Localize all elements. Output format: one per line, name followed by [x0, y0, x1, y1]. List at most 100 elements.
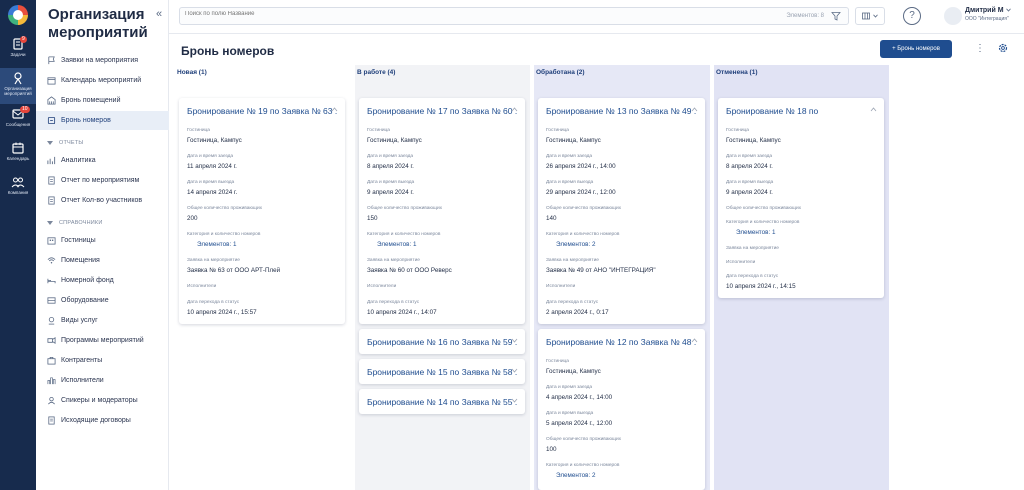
nav-item-label: Виды услуг [61, 317, 98, 324]
nav-item-participants-report[interactable]: Отчет Кол-во участников [36, 191, 169, 210]
field-label: Дата и время заезда [367, 154, 414, 159]
nav-item-hotels[interactable]: Гостиницы [36, 231, 169, 250]
field-label: Дата перехода в статус [187, 300, 240, 305]
search-box[interactable]: Элементов: 8 [179, 7, 849, 25]
nav-section-references[interactable]: СПРАВОЧНИКИ [47, 220, 103, 226]
card-title[interactable]: Бронирование № 15 по Заявка № 58 ... [367, 367, 517, 377]
booking-card[interactable]: Бронирование № 13 по Заявка № 49 ... Гос… [538, 98, 705, 324]
rooms-link[interactable]: Элементов: 2 [556, 472, 595, 479]
field-label: Гостиница [546, 359, 569, 364]
booking-card[interactable]: Бронирование № 19 по Заявка № 63 ... Гос… [179, 98, 345, 324]
card-title[interactable]: Бронирование № 19 по Заявка № 63 ... [187, 106, 337, 116]
event-icon [11, 71, 25, 85]
field-label: Дата и время заезда [546, 154, 593, 159]
field-value: 14 апреля 2024 г. [187, 189, 238, 196]
chevron-up-icon[interactable] [331, 107, 338, 112]
field-label: Дата и время выезда [546, 180, 594, 185]
chevron-up-icon[interactable] [870, 107, 877, 112]
rail-item-tasks[interactable]: 9 Задачи [0, 34, 36, 68]
field-value: 29 апреля 2024 г., 12:00 [546, 189, 616, 196]
booking-card-collapsed[interactable]: Бронирование № 15 по Заявка № 58 ... [359, 359, 525, 384]
booking-card[interactable]: Бронирование № 17 по Заявка № 60 ... Гос… [359, 98, 525, 324]
field-label: Заявка на мероприятие [726, 246, 779, 251]
app-logo[interactable] [8, 5, 28, 25]
card-title[interactable]: Бронирование № 14 по Заявка № 55 ... [367, 397, 517, 407]
chevron-down-icon[interactable] [511, 338, 518, 343]
booking-card[interactable]: Бронирование № 18 по Гостиница Гостиница… [718, 98, 884, 298]
nav-item-label: Программы мероприятий [61, 337, 144, 344]
rail-item-calendar[interactable]: Календарь [0, 138, 36, 172]
nav-item-events-report[interactable]: Отчет по мероприятиям [36, 171, 169, 190]
card-title[interactable]: Бронирование № 13 по Заявка № 49 ... [546, 106, 696, 116]
card-title[interactable]: Бронирование № 16 по Заявка № 59 ... [367, 337, 517, 347]
chevron-up-icon[interactable] [511, 107, 518, 112]
chevron-down-icon[interactable] [511, 398, 518, 403]
nav-item-room-stock[interactable]: Номерной фонд [36, 271, 169, 290]
nav-item-event-calendar[interactable]: Календарь мероприятий [36, 71, 169, 90]
more-options-icon[interactable]: ⋮ [975, 43, 985, 54]
nav-item-label: Исходящие договоры [61, 417, 131, 424]
field-label: Дата перехода в статус [726, 274, 779, 279]
field-label: Исполнители [187, 284, 217, 289]
booking-card-collapsed[interactable]: Бронирование № 16 по Заявка № 59 ... [359, 329, 525, 354]
card-title[interactable]: Бронирование № 17 по Заявка № 60 ... [367, 106, 517, 116]
gear-icon[interactable] [998, 43, 1008, 53]
nav-item-equipment[interactable]: Оборудование [36, 291, 169, 310]
nav-item-hotel-booking[interactable]: Бронь номеров [36, 111, 169, 130]
nav-item-label: Аналитика [61, 157, 96, 164]
messages-badge: 10 [20, 106, 30, 113]
field-label: Дата и время заезда [726, 154, 773, 159]
collapse-icon[interactable]: « [156, 8, 162, 20]
nav-item-label: Оборудование [61, 297, 109, 304]
chevron-down-icon[interactable] [511, 368, 518, 373]
people-icon [11, 175, 25, 189]
field-label: Гостиница [187, 128, 210, 133]
nav-item-performers[interactable]: Исполнители [36, 371, 169, 390]
card-title[interactable]: Бронирование № 18 по [726, 106, 876, 116]
field-label: Категория и количество номеров [726, 220, 800, 225]
rooms-link[interactable]: Элементов: 1 [197, 241, 236, 248]
add-booking-button[interactable]: + Бронь номеров [880, 40, 952, 58]
avatar[interactable] [944, 7, 962, 25]
field-label: Категория и количество номеров [546, 463, 620, 468]
nav-item-speakers[interactable]: Спикеры и модераторы [36, 391, 169, 410]
section-toggle-icon [47, 221, 53, 225]
booking-card[interactable]: Бронирование № 12 по Заявка № 48 ... Гос… [538, 329, 705, 490]
user-name[interactable]: Дмитрий М [965, 7, 1011, 14]
chevron-up-icon[interactable] [691, 338, 698, 343]
chevron-up-icon[interactable] [691, 107, 698, 112]
field-value: Гостиница, Кампус [187, 137, 242, 144]
rooms-link[interactable]: Элементов: 1 [736, 229, 775, 236]
view-mode-toggle[interactable] [855, 7, 885, 25]
nav-item-room-booking[interactable]: Бронь помещений [36, 91, 169, 110]
nav-item-outgoing-contracts[interactable]: Исходящие договоры [36, 411, 169, 430]
section-toggle-icon [47, 141, 53, 145]
rooms-link[interactable]: Элементов: 1 [377, 241, 416, 248]
side-nav: Организация мероприятий « Заявки на меро… [36, 0, 169, 490]
search-input[interactable] [185, 11, 585, 17]
card-title[interactable]: Бронирование № 12 по Заявка № 48 ... [546, 337, 696, 347]
rail-label: Календарь [6, 156, 30, 161]
nav-item-contractors[interactable]: Контрагенты [36, 351, 169, 370]
filter-icon[interactable] [831, 11, 841, 21]
field-label: Дата и время выезда [367, 180, 415, 185]
help-icon[interactable]: ? [903, 7, 921, 25]
calendar-icon [11, 141, 25, 155]
nav-item-analytics[interactable]: Аналитика [36, 151, 169, 170]
rail-item-messages[interactable]: 10 Сообщения [0, 104, 36, 138]
speaker-icon [48, 396, 55, 405]
rooms-link[interactable]: Элементов: 2 [556, 241, 595, 248]
rail-item-events[interactable]: Организация мероприятий [0, 68, 36, 104]
field-label: Дата и время заезда [187, 154, 234, 159]
booking-card-collapsed[interactable]: Бронирование № 14 по Заявка № 55 ... [359, 389, 525, 414]
nav-item-services[interactable]: Виды услуг [36, 311, 169, 330]
nav-item-programs[interactable]: Программы мероприятий [36, 331, 169, 350]
field-value: 100 [546, 446, 557, 453]
rail-item-company[interactable]: Компания [0, 172, 36, 206]
nav-section-reports[interactable]: ОТЧЕТЫ [47, 140, 83, 146]
nav-item-event-requests[interactable]: Заявки на мероприятия [36, 51, 169, 70]
chart-icon [47, 156, 56, 165]
service-icon [48, 316, 55, 325]
nav-item-premises[interactable]: Помещения [36, 251, 169, 270]
field-value: 140 [546, 215, 557, 222]
